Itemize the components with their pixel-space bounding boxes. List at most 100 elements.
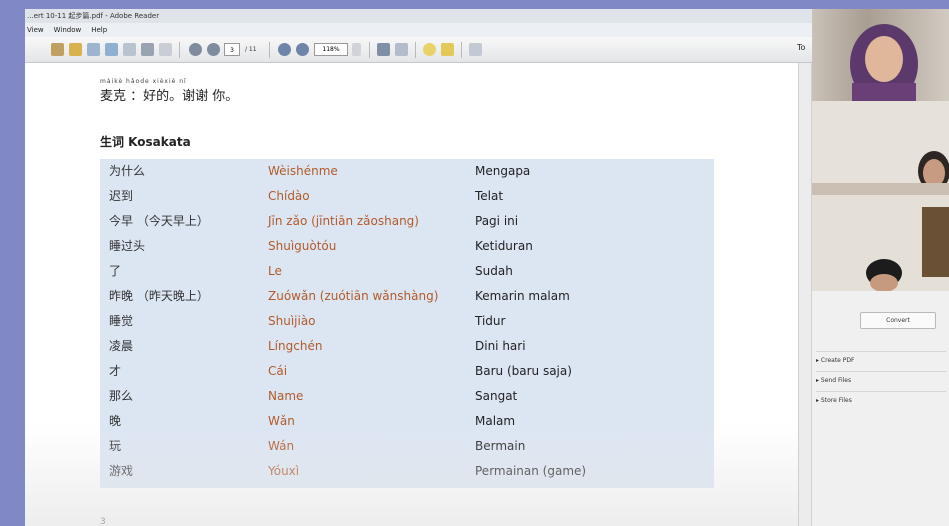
dialogue-pinyin: màikè hǎode xièxiè nǐ <box>100 78 187 85</box>
fit-width-icon[interactable] <box>395 43 408 56</box>
fullscreen-icon[interactable] <box>469 43 482 56</box>
create-pdf-icon[interactable] <box>51 43 64 56</box>
menu-view[interactable]: View <box>27 23 44 37</box>
video-tile-1[interactable] <box>812 9 949 101</box>
hanzi-cell: 昨晚 （昨天晚上） <box>109 289 209 303</box>
table-row: 今早 （今天早上） Jīn zǎo (jīntiān zǎoshang) Pagi … <box>100 209 714 234</box>
vertical-scrollbar[interactable] <box>798 63 811 526</box>
video-tile-3[interactable] <box>812 195 949 291</box>
meaning-cell: Ketiduran <box>475 239 533 253</box>
email-icon[interactable] <box>159 43 172 56</box>
pinyin-cell: Chídào <box>268 189 310 203</box>
zoom-select[interactable]: 118% <box>314 43 348 56</box>
meaning-cell: Pagi ini <box>475 214 519 228</box>
comment-icon[interactable] <box>423 43 436 56</box>
meaning-cell: Dini hari <box>475 339 526 353</box>
hanzi-cell: 了 <box>109 264 122 278</box>
save-icon[interactable] <box>123 43 136 56</box>
fit-page-icon[interactable] <box>377 43 390 56</box>
toolbar-separator <box>461 42 462 58</box>
page-number-input[interactable]: 3 <box>224 43 240 56</box>
hanzi-cell: 为什么 <box>109 164 146 178</box>
toolbar-separator <box>369 42 370 58</box>
toolbar-separator <box>415 42 416 58</box>
vocab-table: 为什么 Wèishénme Mengapa 迟到 Chídào Telat 今早 （今天… <box>100 159 714 488</box>
table-row: 凌晨 Língchén Dini hari <box>100 334 714 359</box>
pinyin-cell: Wèishénme <box>268 164 338 178</box>
pinyin-cell: Zuówǎn (zuótiān wǎnshàng) <box>268 289 439 303</box>
menu-bar: View Window Help <box>25 23 949 37</box>
highlight-icon[interactable] <box>441 43 454 56</box>
table-row: 昨晚 （昨天晚上） Zuówǎn (zuótiān wǎnshàng) Kemari… <box>100 284 714 309</box>
convert-button[interactable]: Convert <box>860 312 936 329</box>
hanzi-cell: 迟到 <box>109 189 134 203</box>
table-row: 睡过头 Shuìguòtóu Ketiduran <box>100 234 714 259</box>
toolbar: 3 / 11 118% To <box>25 37 949 63</box>
pinyin-cell: Shuìjiào <box>268 314 316 328</box>
meaning-cell: Sudah <box>475 264 513 278</box>
zoom-dropdown-icon[interactable] <box>352 43 361 56</box>
hanzi-cell: 晚 <box>109 414 122 428</box>
share-icon[interactable] <box>105 43 118 56</box>
meaning-cell: Mengapa <box>475 164 531 178</box>
pinyin-cell: Yóuxì <box>268 464 300 478</box>
toolbar-separator <box>179 42 180 58</box>
pinyin-cell: Shuìguòtóu <box>268 239 337 253</box>
zoom-out-icon[interactable] <box>278 43 291 56</box>
hanzi-cell: 玩 <box>109 439 122 453</box>
edit-icon[interactable] <box>87 43 100 56</box>
print-icon[interactable] <box>141 43 154 56</box>
store-files-item[interactable]: ▸ Store Files <box>816 391 946 409</box>
create-pdf-item[interactable]: ▸ Create PDF <box>816 351 946 369</box>
store-files-label: Store Files <box>820 397 852 404</box>
menu-window[interactable]: Window <box>54 23 82 37</box>
table-row: 玩 Wán Bermain <box>100 434 714 459</box>
table-row: 睡觉 Shuìjiào Tidur <box>100 309 714 334</box>
tools-tab[interactable]: To <box>797 43 805 52</box>
table-row: 才 Cái Baru (baru saja) <box>100 359 714 384</box>
table-row: 为什么 Wèishénme Mengapa <box>100 159 714 184</box>
table-row: 了 Le Sudah <box>100 259 714 284</box>
participant-avatar <box>812 195 949 291</box>
section-title: 生词 Kosakata <box>100 135 191 149</box>
meaning-cell: Bermain <box>475 439 526 453</box>
dialogue-line: 麦克 ：好的。谢谢 你。 <box>100 89 239 104</box>
next-page-icon[interactable] <box>207 43 220 56</box>
pinyin-cell: Cái <box>268 364 288 378</box>
hanzi-cell: 睡觉 <box>109 314 134 328</box>
meaning-cell: Permainan (game) <box>475 464 587 478</box>
page-count: / 11 <box>245 46 257 53</box>
meaning-cell: Baru (baru saja) <box>475 364 572 378</box>
pinyin-cell: Jīn zǎo (jīntiān zǎoshang) <box>268 214 419 228</box>
send-files-label: Send Files <box>820 377 852 384</box>
page-number: 3 <box>100 517 106 526</box>
send-files-item[interactable]: ▸ Send Files <box>816 371 946 389</box>
meaning-cell: Kemarin malam <box>475 289 570 303</box>
pdf-reader-window: ...ert 10-11 起步篇.pdf - Adobe Reader View… <box>25 9 949 526</box>
pinyin-cell: Wán <box>268 439 295 453</box>
menu-help[interactable]: Help <box>91 23 107 37</box>
table-row: 迟到 Chídào Telat <box>100 184 714 209</box>
meaning-cell: Tidur <box>475 314 506 328</box>
hanzi-cell: 才 <box>109 364 122 378</box>
open-folder-icon[interactable] <box>69 43 82 56</box>
hanzi-cell: 游戏 <box>109 464 134 478</box>
previous-page-icon[interactable] <box>189 43 202 56</box>
pinyin-cell: Wǎn <box>268 414 295 428</box>
meaning-cell: Malam <box>475 414 516 428</box>
zoom-in-icon[interactable] <box>296 43 309 56</box>
pinyin-cell: Le <box>268 264 282 278</box>
table-row: 那么 Name Sangat <box>100 384 714 409</box>
window-title: ...ert 10-11 起步篇.pdf - Adobe Reader <box>25 9 949 23</box>
meaning-cell: Telat <box>475 189 504 203</box>
table-row: 游戏 Yóuxì Permainan (game) <box>100 459 714 484</box>
pinyin-cell: Língchén <box>268 339 323 353</box>
hanzi-cell: 睡过头 <box>109 239 146 253</box>
hanzi-cell: 今早 （今天早上） <box>109 214 209 228</box>
toolbar-separator <box>269 42 270 58</box>
document-page: màikè hǎode xièxiè nǐ 麦克 ：好的。谢谢 你。 生词 Ko… <box>25 63 798 526</box>
meaning-cell: Sangat <box>475 389 518 403</box>
hanzi-cell: 凌晨 <box>109 339 134 353</box>
hanzi-cell: 那么 <box>109 389 134 403</box>
video-tile-2[interactable] <box>812 101 949 195</box>
